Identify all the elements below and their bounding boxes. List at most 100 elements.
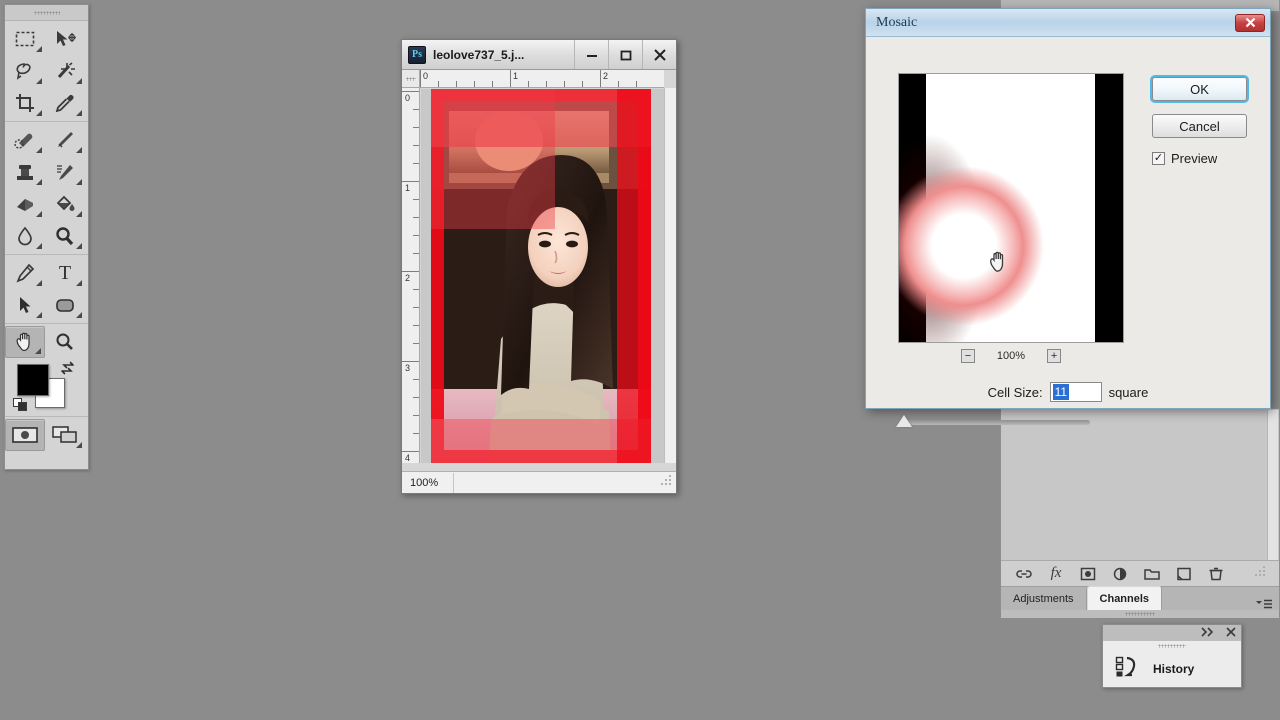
mosaic-dialog-title-bar[interactable]: Mosaic — [866, 9, 1270, 37]
link-layers-icon[interactable] — [1013, 564, 1035, 584]
preview-zoom-in-button[interactable]: + — [1047, 349, 1062, 363]
cell-size-slider[interactable] — [892, 415, 1092, 429]
slider-track[interactable] — [902, 420, 1090, 425]
new-fill-adjustment-layer-icon[interactable] — [1109, 564, 1131, 584]
tool-group-navigation — [5, 323, 88, 360]
tools-palette-grip[interactable] — [5, 5, 88, 21]
cancel-button[interactable]: Cancel — [1152, 114, 1247, 138]
history-panel[interactable]: History — [1102, 624, 1242, 688]
tool-expand-triangle-icon — [36, 78, 42, 84]
history-panel-content[interactable]: History — [1103, 651, 1241, 687]
clone-stamp-tool[interactable] — [5, 156, 45, 188]
document-title-bar[interactable]: Ps leolove737_5.j... — [402, 40, 676, 70]
tool-group-retouch — [5, 121, 88, 254]
cell-size-label: Cell Size: — [987, 384, 1043, 400]
healing-brush-tool[interactable] — [5, 124, 45, 156]
brush-tool[interactable] — [45, 124, 85, 156]
preview-zoom-level: 100% — [996, 350, 1026, 362]
move-tool[interactable] — [45, 23, 85, 55]
close-icon[interactable] — [1225, 624, 1237, 642]
slider-thumb[interactable] — [896, 415, 912, 427]
panel-resize-grip-icon[interactable] — [1253, 564, 1267, 583]
tool-expand-triangle-icon — [36, 147, 42, 153]
layers-list[interactable] — [1001, 409, 1279, 560]
mosaic-preview[interactable] — [898, 73, 1124, 343]
layers-panel[interactable]: fx Adjustments Channels — [1000, 408, 1280, 618]
document-zoom-level[interactable]: 100% — [402, 472, 454, 493]
quick-mask-mode-button[interactable] — [5, 419, 45, 451]
document-image[interactable] — [421, 89, 664, 463]
hand-cursor-icon — [987, 249, 1011, 280]
eyedropper-tool[interactable] — [45, 87, 85, 119]
close-button[interactable] — [642, 40, 676, 69]
mosaic-close-button[interactable] — [1235, 13, 1265, 32]
dodge-tool[interactable] — [45, 220, 85, 252]
panel-tab-bar[interactable]: Adjustments Channels — [1001, 586, 1279, 610]
history-brush-tool[interactable] — [45, 156, 85, 188]
preview-zoom-out-button[interactable]: − — [960, 349, 975, 363]
ruler-h-label: 0 — [423, 71, 429, 81]
panel-options-menu-icon[interactable] — [1255, 598, 1279, 610]
collapse-panel-icon[interactable] — [1201, 624, 1215, 642]
pen-tool[interactable] — [5, 257, 45, 289]
magic-wand-tool[interactable] — [45, 55, 85, 87]
photoshop-icon: Ps — [408, 45, 426, 64]
canvas-area[interactable] — [421, 89, 664, 463]
preview-red-glow — [899, 166, 1044, 326]
eraser-tool[interactable] — [5, 188, 45, 220]
delete-layer-icon[interactable] — [1205, 564, 1227, 584]
path-selection-tool[interactable] — [5, 289, 45, 321]
tools-palette[interactable]: T — [4, 4, 89, 470]
canvas-vertical-scrollbar[interactable] — [664, 88, 676, 463]
crop-tool[interactable] — [5, 87, 45, 119]
default-colors-icon[interactable] — [13, 398, 29, 417]
tool-expand-triangle-icon — [76, 280, 82, 286]
document-file-name: leolove737_5.j... — [433, 47, 525, 62]
new-group-icon[interactable] — [1141, 564, 1163, 584]
history-panel-grip[interactable] — [1103, 641, 1241, 651]
rectangular-marquee-tool[interactable] — [5, 23, 45, 55]
panel-drag-handle[interactable] — [1001, 610, 1279, 618]
screen-mode-button[interactable] — [45, 419, 85, 451]
horizontal-ruler[interactable]: 0 1 2 — [420, 70, 664, 88]
history-panel-label: History — [1153, 662, 1195, 676]
maximize-button[interactable] — [608, 40, 642, 69]
hand-tool[interactable] — [5, 326, 45, 358]
new-layer-icon[interactable] — [1173, 564, 1195, 584]
ok-button[interactable]: OK — [1152, 77, 1247, 101]
history-panel-title-bar[interactable] — [1103, 625, 1241, 641]
preview-checkbox-box[interactable]: ✓ — [1152, 152, 1165, 165]
tool-expand-triangle-icon — [76, 312, 82, 318]
minimize-button[interactable] — [574, 40, 608, 69]
mosaic-dialog-title: Mosaic — [876, 14, 918, 30]
vertical-ruler[interactable]: 0 1 2 3 4 — [402, 88, 420, 463]
add-layer-mask-icon[interactable] — [1077, 564, 1099, 584]
lasso-tool[interactable] — [5, 55, 45, 87]
layer-style-fx-icon[interactable]: fx — [1045, 564, 1067, 584]
layers-panel-toolbar[interactable]: fx — [1001, 560, 1279, 586]
tab-channels[interactable]: Channels — [1086, 586, 1163, 610]
blur-tool[interactable] — [5, 220, 45, 252]
type-tool[interactable]: T — [45, 257, 85, 289]
preview-checkbox[interactable]: ✓ Preview — [1152, 151, 1252, 166]
ruler-corner[interactable] — [402, 70, 420, 88]
mosaic-dialog-buttons: OK Cancel ✓ Preview — [1152, 77, 1252, 166]
tool-expand-triangle-icon — [76, 110, 82, 116]
cell-size-input[interactable]: 11 — [1049, 382, 1102, 402]
document-window[interactable]: Ps leolove737_5.j... 0 1 2 0 1 2 3 4 100… — [401, 39, 677, 494]
paint-bucket-tool[interactable] — [45, 188, 85, 220]
rounded-rectangle-tool[interactable] — [45, 289, 85, 321]
tool-expand-triangle-icon — [76, 78, 82, 84]
zoom-tool[interactable] — [45, 326, 85, 358]
ruler-v-label: 3 — [405, 363, 411, 373]
tab-adjustments[interactable]: Adjustments — [1001, 588, 1087, 610]
foreground-color-swatch[interactable] — [17, 364, 49, 396]
layers-scrollbar[interactable] — [1267, 410, 1278, 560]
window-controls — [574, 40, 676, 69]
mosaic-dialog[interactable]: Mosaic − 100% + Cell Size: 11 square OK … — [865, 8, 1271, 427]
resize-grip-icon[interactable] — [659, 473, 673, 492]
swap-colors-icon[interactable] — [59, 360, 77, 381]
color-swatches[interactable] — [5, 360, 88, 416]
preview-zoom-controls[interactable]: − 100% + — [898, 349, 1124, 363]
tool-expand-triangle-icon — [76, 147, 82, 153]
